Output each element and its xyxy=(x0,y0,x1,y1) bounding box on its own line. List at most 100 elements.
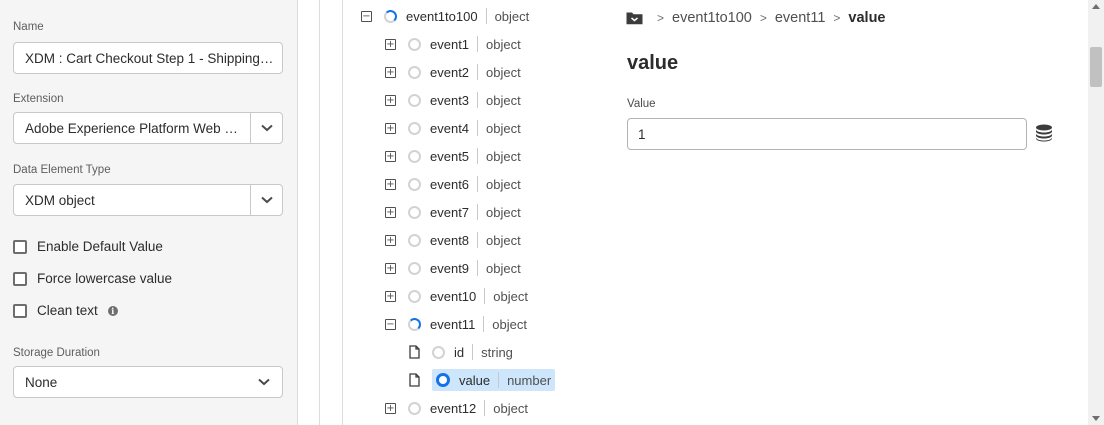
node-name: event4 xyxy=(430,120,470,136)
plus-square-icon[interactable]: + xyxy=(385,234,396,246)
plus-square-icon[interactable]: + xyxy=(385,38,396,50)
node-name: event2 xyxy=(430,64,470,80)
name-label: Name xyxy=(13,21,44,33)
tree-row-event3[interactable]: + event3 object xyxy=(385,88,521,112)
selected-node[interactable]: value number xyxy=(432,369,556,391)
empty-circle-icon xyxy=(408,149,421,163)
storage-select[interactable]: None xyxy=(13,366,283,398)
empty-circle-icon xyxy=(432,345,445,359)
minus-square-icon[interactable]: − xyxy=(385,318,396,330)
plus-square-icon[interactable]: + xyxy=(385,178,396,190)
checkbox-icon[interactable] xyxy=(13,239,27,254)
tree-row-event4[interactable]: + event4 object xyxy=(385,116,521,140)
empty-circle-icon xyxy=(408,37,421,51)
node-name: event1 xyxy=(430,36,470,52)
empty-circle-icon xyxy=(408,93,421,107)
plus-square-icon[interactable]: + xyxy=(385,66,396,78)
tree-row-event9[interactable]: + event9 object xyxy=(385,256,521,280)
node-type: object xyxy=(486,64,521,80)
chevron-right-icon: > xyxy=(833,11,841,25)
node-name: event9 xyxy=(430,260,470,276)
plus-square-icon[interactable]: + xyxy=(385,290,396,302)
node-type: object xyxy=(486,260,521,276)
node-type: number xyxy=(507,372,552,388)
tree-row-event2[interactable]: + event2 object xyxy=(385,60,521,84)
node-name: event5 xyxy=(430,148,470,164)
node-type: object xyxy=(493,400,528,416)
database-icon[interactable] xyxy=(1035,124,1053,142)
chevron-down-icon[interactable] xyxy=(246,367,282,397)
plus-square-icon[interactable]: + xyxy=(385,262,396,274)
empty-circle-icon xyxy=(408,233,421,247)
tree-guide-line xyxy=(342,0,343,425)
type-value: XDM object xyxy=(25,192,95,208)
enable-default-checkbox[interactable]: Enable Default Value xyxy=(13,239,163,254)
force-lowercase-checkbox[interactable]: Force lowercase value xyxy=(13,271,172,286)
empty-circle-icon xyxy=(408,65,421,79)
node-name: event1to100 xyxy=(406,8,478,24)
clean-text-checkbox[interactable]: Clean text i xyxy=(13,303,118,318)
scroll-down-icon[interactable] xyxy=(1092,416,1100,421)
tree-row-event11[interactable]: − event11 object xyxy=(385,312,527,336)
scroll-thumb[interactable] xyxy=(1090,47,1102,87)
node-type: object xyxy=(486,204,521,220)
scroll-up-icon[interactable] xyxy=(1092,4,1100,9)
node-name: event12 xyxy=(430,400,477,416)
node-name: value xyxy=(459,372,491,388)
selected-circle-icon xyxy=(436,373,450,387)
folder-icon[interactable] xyxy=(626,11,643,25)
plus-square-icon[interactable]: + xyxy=(385,94,396,106)
scrollbar[interactable] xyxy=(1088,0,1104,425)
checkbox-icon[interactable] xyxy=(13,303,27,318)
node-type: string xyxy=(481,344,513,360)
tree-row-event6[interactable]: + event6 object xyxy=(385,172,521,196)
checkbox-label: Clean text xyxy=(37,303,98,318)
name-value: XDM : Cart Checkout Step 1 - Shipping In… xyxy=(25,50,282,66)
empty-circle-icon xyxy=(408,401,421,415)
node-type: object xyxy=(486,148,521,164)
info-icon[interactable]: i xyxy=(107,305,118,316)
breadcrumb-item[interactable]: event1to100 xyxy=(672,10,752,26)
node-name: event6 xyxy=(430,176,470,192)
node-type: object xyxy=(494,8,530,24)
chevron-down-icon[interactable] xyxy=(250,185,282,215)
tree-row-id[interactable]: id string xyxy=(409,340,513,364)
node-name: event7 xyxy=(430,204,470,220)
tree-row-event12[interactable]: + event12 object xyxy=(385,396,528,420)
extension-label: Extension xyxy=(13,93,64,105)
empty-circle-icon xyxy=(408,261,421,275)
tree-row-event5[interactable]: + event5 object xyxy=(385,144,521,168)
plus-square-icon[interactable]: + xyxy=(385,122,396,134)
plus-square-icon[interactable]: + xyxy=(385,402,396,414)
breadcrumb: > event1to100 > event11 > value xyxy=(626,8,886,28)
name-field[interactable]: XDM : Cart Checkout Step 1 - Shipping In… xyxy=(13,42,283,74)
chevron-right-icon: > xyxy=(759,11,767,25)
tree-row-event1to100[interactable]: − event1to100 object xyxy=(361,4,529,28)
storage-label: Storage Duration xyxy=(13,347,100,359)
node-type: object xyxy=(486,120,521,136)
empty-circle-icon xyxy=(408,289,421,303)
node-name: event3 xyxy=(430,92,470,108)
tree-row-value[interactable]: value number xyxy=(409,368,556,392)
node-type: object xyxy=(492,316,527,332)
breadcrumb-item[interactable]: event11 xyxy=(775,10,826,26)
tree-row-event7[interactable]: + event7 object xyxy=(385,200,521,224)
type-select[interactable]: XDM object xyxy=(13,184,283,216)
document-icon xyxy=(409,373,420,387)
plus-square-icon[interactable]: + xyxy=(385,206,396,218)
minus-square-icon[interactable]: − xyxy=(361,10,372,22)
partial-circle-icon xyxy=(408,317,421,331)
extension-select[interactable]: Adobe Experience Platform Web SDK xyxy=(13,112,283,144)
tree-row-event10[interactable]: + event10 object xyxy=(385,284,528,308)
tree-row-event8[interactable]: + event8 object xyxy=(385,228,521,252)
value-input[interactable]: 1 xyxy=(627,118,1027,150)
breadcrumb-current: value xyxy=(848,10,886,26)
tree-row-event1[interactable]: + event1 object xyxy=(385,32,521,56)
empty-circle-icon xyxy=(408,205,421,219)
node-name: event11 xyxy=(430,316,476,332)
checkbox-icon[interactable] xyxy=(13,271,27,286)
plus-square-icon[interactable]: + xyxy=(385,150,396,162)
type-label: Data Element Type xyxy=(13,164,111,176)
document-icon xyxy=(409,345,420,359)
chevron-down-icon[interactable] xyxy=(250,113,282,143)
